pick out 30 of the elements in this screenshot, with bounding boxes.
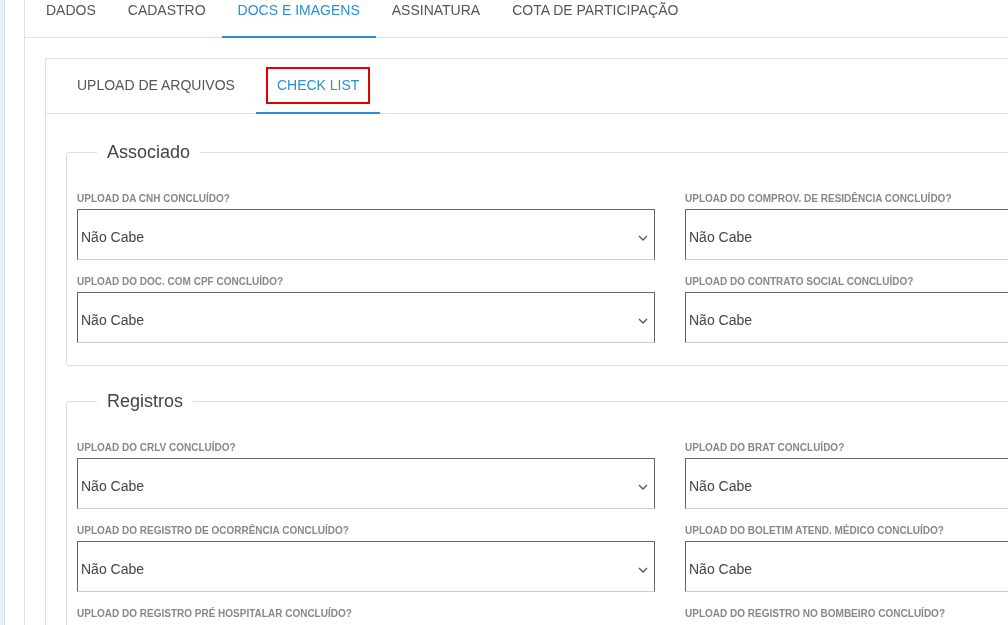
tab[interactable]: DOCS E IMAGENS — [221, 0, 376, 38]
tab[interactable]: COTA DE PARTICIPAÇÃO — [496, 0, 695, 38]
field-label: UPLOAD DO DOC. COM CPF CONCLUÍDO? — [77, 276, 285, 288]
tab[interactable]: CADASTRO — [111, 0, 222, 38]
select-field[interactable]: Não Cabe — [685, 292, 1008, 343]
section-title: Registros — [106, 390, 185, 413]
select-field[interactable]: Não Cabe — [77, 209, 655, 260]
select-field[interactable]: Não Cabe — [77, 541, 655, 592]
tab[interactable]: UPLOAD DE ARQUIVOS — [56, 59, 256, 114]
select-field[interactable]: Não Cabe — [685, 209, 1008, 260]
field-label: UPLOAD DO CONTRATO SOCIAL CONCLUÍDO? — [685, 276, 915, 288]
select-field[interactable]: Não Cabe — [77, 292, 655, 343]
field-label: UPLOAD DO CRLV CONCLUÍDO? — [77, 442, 237, 454]
field-label: UPLOAD DA CNH CONCLUÍDO? — [77, 193, 231, 205]
select-field[interactable]: Não Cabe — [685, 541, 1008, 592]
field-label: UPLOAD DO REGISTRO NO BOMBEIRO CONCLUÍDO? — [685, 608, 946, 620]
select-field[interactable]: Não Cabe — [77, 458, 655, 509]
field-label: UPLOAD DO COMPROV. DE RESIDÊNCIA CONCLUÍDO? — [685, 193, 953, 205]
tab[interactable]: ASSINATURA — [375, 0, 497, 38]
chevron-down-icon — [638, 234, 648, 241]
field-label: UPLOAD DO REGISTRO PRÉ HOSPITALAR CONCLUÍDO? — [77, 608, 353, 620]
field-label: UPLOAD DO BRAT CONCLUÍDO? — [685, 442, 846, 454]
select-field[interactable]: Não Cabe — [685, 458, 1008, 509]
chevron-down-icon — [638, 317, 648, 324]
chevron-down-icon — [638, 483, 648, 490]
section-title: Associado — [106, 141, 192, 164]
field-label: UPLOAD DO BOLETIM ATEND. MÉDICO CONCLUÍDO? — [685, 525, 945, 537]
tab[interactable]: DADOS — [30, 0, 112, 38]
field-label: UPLOAD DO REGISTRO DE OCORRÊNCIA CONCLUÍDO? — [77, 525, 350, 537]
chevron-down-icon — [638, 566, 648, 573]
